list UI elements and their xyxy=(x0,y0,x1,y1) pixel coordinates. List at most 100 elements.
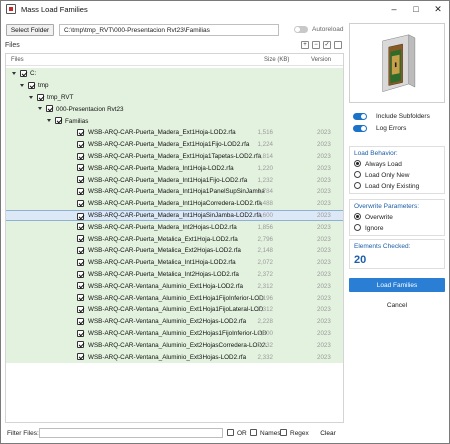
file-row[interactable]: WSB-ARQ-CAR-Puerta_Madera_Ext1Hoja1Tapet… xyxy=(6,150,343,163)
file-checkbox[interactable] xyxy=(77,129,84,136)
expand-icon[interactable] xyxy=(38,107,42,111)
names-checkbox[interactable] xyxy=(250,429,257,436)
file-version: 2023 xyxy=(317,164,331,172)
file-name: WSB-ARQ-CAR-Puerta_Madera_Ext1Hoja1Fijo-… xyxy=(88,141,250,149)
check-all-icon[interactable]: ✓ xyxy=(323,41,331,49)
file-name: WSB-ARQ-CAR-Ventana_Aluminio_Ext1Hoja-LO… xyxy=(88,282,244,290)
file-size: 1,224 xyxy=(257,141,273,149)
file-checkbox[interactable] xyxy=(77,140,84,148)
file-row[interactable]: WSB-ARQ-CAR-Puerta_Madera_Int1Hoja1Panel… xyxy=(6,186,343,198)
load-only-new-radio[interactable] xyxy=(354,171,361,178)
files-section-title: Files xyxy=(5,42,20,49)
folder-checkbox[interactable] xyxy=(37,93,44,101)
file-row[interactable]: WSB-ARQ-CAR-Ventana_Aluminio_Ext2Hojas-L… xyxy=(6,315,343,328)
file-row[interactable]: WSB-ARQ-CAR-Puerta_Madera_Int1HojaSinJam… xyxy=(6,209,343,222)
minimize-icon[interactable]: – xyxy=(383,1,405,17)
file-row[interactable]: WSB-ARQ-CAR-Ventana_Aluminio_Ext1Hoja1Fi… xyxy=(6,304,343,316)
clear-filter-button[interactable]: Clear xyxy=(313,428,343,438)
overwrite-radio[interactable] xyxy=(354,213,361,220)
file-checkbox[interactable] xyxy=(77,164,84,172)
filter-input[interactable] xyxy=(39,428,223,438)
file-checkbox[interactable] xyxy=(77,223,84,231)
uncheck-all-icon[interactable] xyxy=(334,41,342,49)
file-version: 2023 xyxy=(317,329,331,337)
file-checkbox[interactable] xyxy=(77,212,84,220)
expand-icon[interactable] xyxy=(20,83,24,87)
select-folder-button[interactable]: Select Folder xyxy=(6,24,54,36)
load-only-existing-radio[interactable] xyxy=(354,182,361,189)
column-files[interactable]: Files xyxy=(11,57,24,63)
file-row[interactable]: WSB-ARQ-CAR-Puerta_Metalica_Int2Hojas-LO… xyxy=(6,268,343,281)
file-version: 2023 xyxy=(317,353,331,361)
file-checkbox[interactable] xyxy=(77,199,84,207)
folder-path-field[interactable]: C:\tmp\tmp_RVT\000-Presentacion Rvt23\Fa… xyxy=(59,24,279,36)
file-checkbox[interactable] xyxy=(77,317,84,325)
regex-checkbox[interactable] xyxy=(280,429,287,436)
autoreload-toggle[interactable] xyxy=(294,26,308,33)
file-row[interactable]: WSB-ARQ-CAR-Puerta_Madera_Int1HojaCorred… xyxy=(6,197,343,210)
folder-checkbox[interactable] xyxy=(55,117,62,125)
folder-row[interactable]: Familias xyxy=(6,115,343,127)
file-version: 2023 xyxy=(317,200,331,208)
folder-checkbox[interactable] xyxy=(28,81,35,89)
column-version[interactable]: Version xyxy=(311,57,331,63)
file-row[interactable]: WSB-ARQ-CAR-Puerta_Metalica_Ext2Hojas-LO… xyxy=(6,245,343,257)
maximize-icon[interactable]: □ xyxy=(405,1,427,17)
file-checkbox[interactable] xyxy=(77,152,84,160)
folder-row[interactable]: 000-Presentacion Rvt23 xyxy=(6,103,343,116)
folder-row[interactable]: tmp xyxy=(6,79,343,92)
ignore-radio[interactable] xyxy=(354,224,361,231)
include-subfolders-toggle[interactable] xyxy=(353,113,367,120)
file-row[interactable]: WSB-ARQ-CAR-Puerta_Madera_Int1Hoja-LOD2.… xyxy=(6,162,343,175)
file-row[interactable]: WSB-ARQ-CAR-Puerta_Metalica_Ext1Hoja-LOD… xyxy=(6,233,343,245)
file-row[interactable]: WSB-ARQ-CAR-Ventana_Aluminio_Ext1Hoja1Fi… xyxy=(6,292,343,304)
file-row[interactable]: WSB-ARQ-CAR-Ventana_Aluminio_Ext2Hojas1F… xyxy=(6,327,343,340)
expand-icon[interactable] xyxy=(12,72,16,75)
file-row[interactable]: WSB-ARQ-CAR-Ventana_Aluminio_Ext3Hojas-L… xyxy=(6,351,343,363)
close-icon[interactable]: ✕ xyxy=(427,1,449,17)
file-checkbox[interactable] xyxy=(77,306,84,313)
file-row[interactable]: WSB-ARQ-CAR-Puerta_Metalica_Int1Hoja-LOD… xyxy=(6,256,343,269)
revit-app-icon xyxy=(6,4,16,14)
file-checkbox[interactable] xyxy=(77,258,84,266)
file-size: 2,332 xyxy=(257,353,273,361)
or-checkbox[interactable] xyxy=(227,429,234,436)
log-errors-toggle[interactable] xyxy=(353,125,367,132)
file-checkbox[interactable] xyxy=(77,270,84,278)
file-checkbox[interactable] xyxy=(77,188,84,195)
file-checkbox[interactable] xyxy=(77,235,84,243)
elements-checked-count: 20 xyxy=(354,254,367,266)
folder-label: Familias xyxy=(65,117,89,125)
file-checkbox[interactable] xyxy=(77,282,84,290)
file-checkbox[interactable] xyxy=(77,341,84,349)
load-families-button[interactable]: Load Families xyxy=(349,278,445,292)
file-row[interactable]: WSB-ARQ-CAR-Ventana_Aluminio_Ext1Hoja-LO… xyxy=(6,280,343,293)
file-version: 2023 xyxy=(317,294,331,302)
file-row[interactable]: WSB-ARQ-CAR-Puerta_Madera_Int2Hojas-LOD2… xyxy=(6,221,343,234)
file-version: 2023 xyxy=(317,270,331,278)
file-row[interactable]: WSB-ARQ-CAR-Puerta_Madera_Ext1Hoja-LOD2.… xyxy=(6,127,343,139)
file-checkbox[interactable] xyxy=(77,353,84,361)
add-icon[interactable]: + xyxy=(301,41,309,49)
file-name: WSB-ARQ-CAR-Puerta_Madera_Ext1Hoja-LOD2.… xyxy=(88,129,236,137)
file-checkbox[interactable] xyxy=(77,294,84,302)
file-checkbox[interactable] xyxy=(77,247,84,254)
always-load-label: Always Load xyxy=(365,161,402,168)
column-size[interactable]: Size (KB) xyxy=(264,57,289,63)
file-row[interactable]: WSB-ARQ-CAR-Puerta_Madera_Int1Hoja1Fijo-… xyxy=(6,174,343,186)
folder-row[interactable]: C: xyxy=(6,68,343,80)
cancel-button[interactable]: Cancel xyxy=(349,299,445,312)
file-version: 2023 xyxy=(317,247,331,255)
file-row[interactable]: WSB-ARQ-CAR-Puerta_Madera_Ext1Hoja1Fijo-… xyxy=(6,138,343,151)
folder-checkbox[interactable] xyxy=(20,70,27,77)
file-row[interactable]: WSB-ARQ-CAR-Ventana_Aluminio_Ext2HojasCo… xyxy=(6,339,343,352)
files-tree-grid[interactable]: Files Size (KB) Version C: tmp tmp_RVT 000-… xyxy=(5,53,344,423)
file-checkbox[interactable] xyxy=(77,176,84,184)
expand-icon[interactable] xyxy=(47,119,51,123)
folder-row[interactable]: tmp_RVT xyxy=(6,91,343,104)
folder-checkbox[interactable] xyxy=(46,105,53,113)
always-load-radio[interactable] xyxy=(354,160,361,167)
file-checkbox[interactable] xyxy=(77,329,84,337)
expand-icon[interactable] xyxy=(29,95,33,99)
collapse-icon[interactable]: − xyxy=(312,41,320,49)
